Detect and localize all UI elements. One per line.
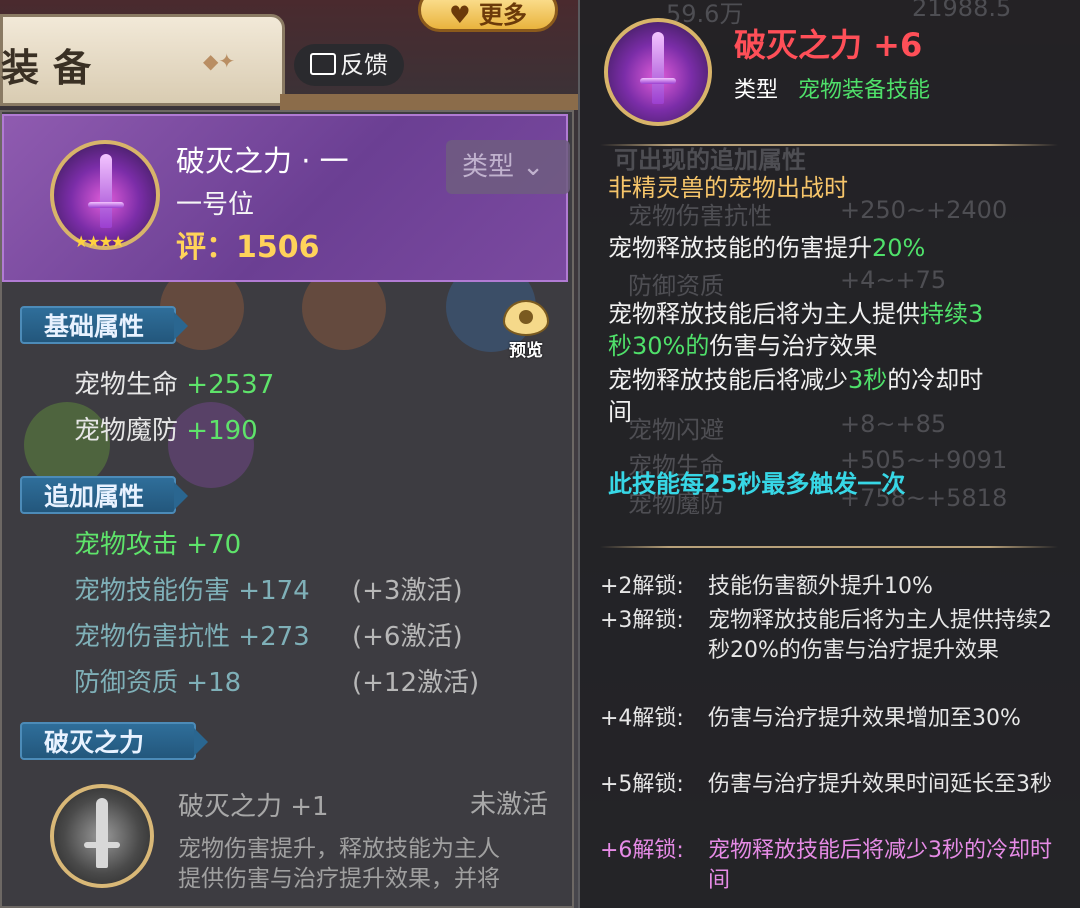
- effect-text: 宠物释放技能后将减少: [608, 366, 848, 394]
- effect-text: 宠物释放技能的伤害提升: [608, 234, 872, 262]
- base-attributes-label: 基础属性: [44, 312, 145, 341]
- stat-value: +70: [186, 530, 242, 560]
- skill-description: 宠物伤害提升，释放技能为主人 提供伤害与治疗提升效果，并将: [178, 834, 558, 894]
- equipment-tab[interactable]: 装备 ◆✦: [0, 14, 285, 106]
- heart-icon: ♥: [449, 1, 471, 29]
- item-score: 评：1506: [176, 222, 320, 266]
- stat-name: 防御资质: [74, 668, 179, 698]
- stat-value: +273: [238, 622, 310, 652]
- unlock-text: 宠物释放技能后将为主人提供持续2秒20%的伤害与治疗提升效果: [708, 608, 1052, 663]
- base-attributes-header: 基础属性: [20, 306, 188, 344]
- unlock-row: +4解锁: 伤害与治疗提升效果增加至30%: [600, 704, 1021, 734]
- effect-value: 20%: [872, 234, 926, 262]
- unlock-key: +2解锁:: [600, 574, 684, 599]
- unlock-row: +3解锁: 宠物释放技能后将为主人提供持续2秒20%的伤害与治疗提升效果: [600, 606, 1052, 666]
- type-filter-label: 类型: [462, 152, 515, 182]
- effect-text: 宠物释放技能后将为主人提供: [608, 300, 920, 328]
- tooltip-type-value: 宠物装备技能: [798, 78, 931, 103]
- preview-label: 预览: [509, 341, 543, 361]
- skill-section-label: 破灭之力: [44, 728, 145, 757]
- effect-text: 伤害与治疗效果: [709, 332, 878, 360]
- unlock-text: 宠物释放技能后将减少3秒的冷却时间: [708, 838, 1052, 893]
- equipment-tab-label: 装备: [1, 45, 106, 90]
- score-label: 评：: [176, 230, 236, 265]
- skill-section-header: 破灭之力: [20, 722, 208, 760]
- tooltip-effect-line: 宠物释放技能后将减少3秒的冷却时间: [608, 364, 1054, 428]
- effect-value: 3秒: [848, 366, 888, 394]
- bg-row: +250~+2400: [840, 196, 1008, 224]
- chevron-down-icon: ⌄: [522, 152, 545, 182]
- tooltip-condition: 非精灵兽的宠物出战时: [608, 174, 848, 202]
- stat-value: +2537: [186, 370, 275, 400]
- sword-skill-icon-inactive[interactable]: [50, 784, 154, 888]
- unlock-text: 伤害与治疗提升效果增加至30%: [708, 706, 1021, 731]
- unlock-row: +5解锁: 伤害与治疗提升效果时间延长至3秒: [600, 770, 1052, 800]
- effect-text: 间: [608, 398, 632, 426]
- unlock-text: 技能伤害额外提升10%: [708, 574, 933, 599]
- stat-value: +18: [186, 668, 242, 698]
- tooltip-type-label: 类型: [734, 78, 779, 103]
- tooltip-trigger-limit: 此技能每25秒最多触发一次: [608, 470, 906, 498]
- feedback-button[interactable]: 反馈: [294, 44, 404, 86]
- stat-row: 防御资质 +18: [74, 662, 241, 699]
- effect-value: 持续3: [920, 300, 984, 328]
- tooltip-effect-line: 宠物释放技能后将为主人提供持续3 秒30%的伤害与治疗效果: [608, 298, 1054, 362]
- bg-row: +4~+75: [840, 266, 947, 294]
- effect-value: 秒30%的: [608, 332, 710, 360]
- bg-row: 防御资质: [628, 272, 724, 300]
- skill-state: 未激活: [470, 790, 549, 820]
- tooltip-effect-line: 宠物释放技能的伤害提升20%: [608, 232, 1054, 264]
- unlock-key: +5解锁:: [600, 772, 684, 797]
- chat-bubble-icon: [310, 53, 336, 75]
- more-button[interactable]: ♥ 更多: [418, 0, 558, 32]
- skill-description-line: 提供伤害与治疗提升效果，并将: [178, 866, 500, 892]
- divider: [600, 144, 1058, 146]
- activation-requirement: (+12激活): [352, 668, 480, 698]
- item-title: 破灭之力 · 一: [176, 144, 349, 178]
- feedback-label: 反馈: [340, 51, 388, 79]
- stat-row: 宠物技能伤害 +174: [74, 570, 310, 607]
- effect-text: 的冷却时: [887, 366, 984, 394]
- unlock-row: +2解锁: 技能伤害额外提升10%: [600, 572, 1060, 602]
- extra-attributes-header: 追加属性: [20, 476, 188, 514]
- stat-value: +190: [186, 416, 258, 446]
- top-frame-bar: [280, 94, 580, 110]
- unlock-key: +3解锁:: [600, 608, 684, 633]
- tooltip-title: 破灭之力 +6: [734, 26, 923, 64]
- type-filter-dropdown[interactable]: 类型 ⌄: [446, 140, 570, 194]
- stat-row: 宠物攻击 +70: [74, 524, 241, 561]
- unlock-row: +6解锁: 宠物释放技能后将减少3秒的冷却时间: [600, 836, 1052, 896]
- stat-name: 宠物生命: [74, 370, 179, 400]
- star-rating: ★★★★: [74, 232, 125, 251]
- skill-description-line: 宠物伤害提升，释放技能为主人: [178, 836, 500, 862]
- skill-name: 破灭之力 +1: [178, 792, 329, 822]
- preview-button[interactable]: 预览: [498, 300, 554, 368]
- activation-requirement: (+6激活): [352, 622, 463, 652]
- unlock-key: +6解锁:: [600, 838, 684, 863]
- unlock-text: 伤害与治疗提升效果时间延长至3秒: [708, 772, 1052, 797]
- stat-row: 宠物生命 +2537: [74, 364, 274, 401]
- unlock-key: +4解锁:: [600, 706, 684, 731]
- eye-icon: [503, 300, 549, 336]
- stat-row: 宠物伤害抗性 +273: [74, 616, 310, 653]
- stat-name: 宠物攻击: [74, 530, 179, 560]
- sword-skill-icon: [604, 18, 712, 126]
- stat-name: 宠物魔防: [74, 416, 179, 446]
- stat-name: 宠物伤害抗性: [74, 622, 231, 652]
- more-label: 更多: [478, 1, 527, 29]
- extra-attributes-label: 追加属性: [44, 482, 145, 511]
- currency-amount: 21988.5: [912, 0, 1012, 22]
- stat-row: 宠物魔防 +190: [74, 410, 258, 447]
- stat-name: 宠物技能伤害: [74, 576, 231, 606]
- tab-ornament-icon: ◆✦: [203, 49, 236, 73]
- activation-requirement: (+3激活): [352, 576, 463, 606]
- item-slot: 一号位: [176, 190, 255, 220]
- score-value: 1506: [236, 230, 320, 265]
- divider: [600, 546, 1058, 548]
- stat-value: +174: [238, 576, 310, 606]
